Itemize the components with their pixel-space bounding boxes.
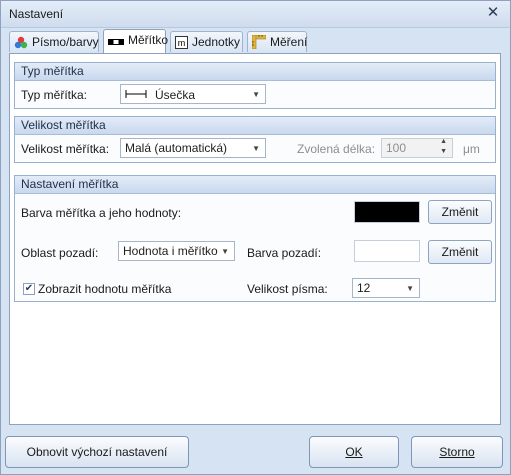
group-velikost-meritka: Velikost měřítka Velikost měřítka: Malá … xyxy=(14,116,496,163)
ruler-icon xyxy=(251,34,267,52)
group-typ-meritka: Typ měřítka Typ měřítka: Úsečka ▼ xyxy=(14,62,496,109)
velikost-meritka-label: Velikost měřítka: xyxy=(21,142,110,156)
chevron-down-icon: ▼ xyxy=(221,247,229,256)
tab-mereni[interactable]: Měření xyxy=(247,31,307,52)
title-bar: Nastavení ✕ xyxy=(1,1,510,28)
oblast-pozadi-label: Oblast pozadí: xyxy=(21,246,99,260)
tab-meritko[interactable]: Měřítko xyxy=(103,29,169,53)
spinner-arrows-icon: ▲ ▼ xyxy=(440,138,447,155)
oblast-pozadi-value: Hodnota i měřítko xyxy=(123,244,218,258)
tab-jednotky[interactable]: m Jednotky xyxy=(170,31,243,52)
button-label: Obnovit výchozí nastavení xyxy=(26,445,168,459)
button-label: Změnit xyxy=(441,205,479,219)
velikost-meritka-value: Malá (automatická) xyxy=(125,141,228,155)
color-dots-icon xyxy=(14,36,28,52)
change-background-color-button[interactable]: Změnit xyxy=(428,240,492,264)
zvolena-delka-spinner[interactable]: 100 ▲ ▼ xyxy=(381,138,453,158)
velikost-pisma-value: 12 xyxy=(357,281,371,295)
velikost-pisma-combo[interactable]: 12 ▼ xyxy=(352,278,420,298)
tab-label: Písmo/barvy xyxy=(32,35,99,49)
tab-label: Jednotky xyxy=(192,35,241,49)
group-header: Velikost měřítka xyxy=(15,117,495,135)
scale-bar-icon xyxy=(108,36,124,50)
zvolena-delka-label: Zvolená délka: xyxy=(297,142,376,156)
tab-label: Měřítko xyxy=(128,33,169,47)
velikost-meritka-combo[interactable]: Malá (automatická) ▼ xyxy=(120,138,266,158)
reset-defaults-button[interactable]: Obnovit výchozí nastavení xyxy=(5,436,189,468)
zobrazit-hodnotu-label: Zobrazit hodnotu měřítka xyxy=(38,282,172,296)
typ-meritka-value: Úsečka xyxy=(155,88,196,102)
units-icon: m xyxy=(175,36,188,52)
tab-pismo-barvy[interactable]: Písmo/barvy xyxy=(9,31,99,52)
tab-label: Měření xyxy=(270,35,308,49)
group-header: Nastavení měřítka xyxy=(15,176,495,194)
window-title: Nastavení xyxy=(9,7,64,21)
change-scale-color-button[interactable]: Změnit xyxy=(428,200,492,224)
typ-meritka-label: Typ měřítka: xyxy=(21,88,88,102)
chevron-down-icon: ▼ xyxy=(406,284,414,293)
scale-line-icon xyxy=(125,85,147,103)
cancel-button[interactable]: Storno xyxy=(411,436,503,468)
button-label: Změnit xyxy=(441,245,479,259)
zvolena-delka-value: 100 xyxy=(386,141,407,155)
oblast-pozadi-combo[interactable]: Hodnota i měřítko ▼ xyxy=(118,241,235,261)
chevron-down-icon: ▼ xyxy=(252,90,260,99)
button-label: OK xyxy=(345,445,363,459)
tab-panel-meritko: Typ měřítka Typ měřítka: Úsečka ▼ Veliko… xyxy=(9,53,501,425)
barva-meritka-swatch xyxy=(354,201,420,223)
barva-pozadi-swatch xyxy=(354,240,420,262)
group-nastaveni-meritka: Nastavení měřítka Barva měřítka a jeho h… xyxy=(14,175,496,302)
unit-label: μm xyxy=(463,142,480,156)
settings-dialog: Nastavení ✕ Písmo/barvy Měřítko m Jednot… xyxy=(0,0,511,475)
velikost-pisma-label: Velikost písma: xyxy=(247,282,328,296)
typ-meritka-combo[interactable]: Úsečka ▼ xyxy=(120,84,266,104)
ok-button[interactable]: OK xyxy=(309,436,399,468)
barva-meritka-label: Barva měřítka a jeho hodnoty: xyxy=(21,206,182,220)
zobrazit-hodnotu-checkbox[interactable]: ✔ xyxy=(23,283,35,295)
chevron-down-icon: ▼ xyxy=(252,144,260,153)
button-label: Storno xyxy=(439,445,475,459)
svg-text:m: m xyxy=(178,38,186,48)
group-header: Typ měřítka xyxy=(15,63,495,81)
barva-pozadi-label: Barva pozadí: xyxy=(247,246,322,260)
close-icon[interactable]: ✕ xyxy=(484,4,502,22)
